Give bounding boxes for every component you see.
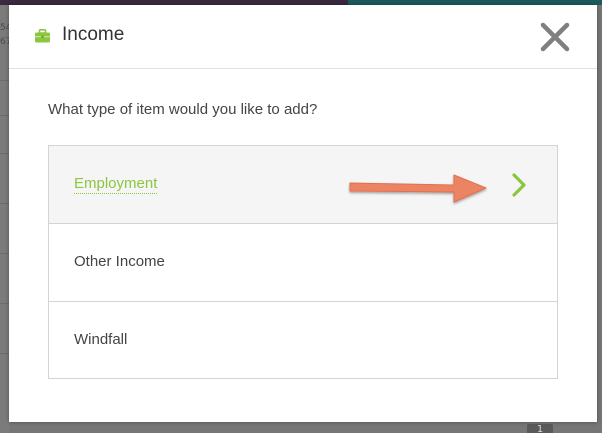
prompt-text: What type of item would you like to add?	[48, 101, 318, 118]
option-label[interactable]: Other Income	[74, 253, 165, 270]
option-label[interactable]: Windfall	[74, 331, 127, 348]
background-left-strip	[0, 5, 9, 433]
option-other-income[interactable]: Other Income	[49, 224, 557, 302]
income-modal: Income What type of item would you like …	[9, 5, 597, 422]
background-pager[interactable]: 1	[527, 424, 553, 433]
option-label[interactable]: Employment	[74, 175, 158, 194]
briefcase-icon	[35, 28, 50, 43]
annotation-arrow-icon	[344, 169, 494, 209]
option-windfall[interactable]: Windfall	[49, 302, 557, 379]
modal-header: Income	[9, 5, 597, 69]
close-icon[interactable]	[540, 22, 570, 52]
chevron-right-icon[interactable]	[510, 172, 528, 198]
modal-title: Income	[62, 24, 125, 45]
